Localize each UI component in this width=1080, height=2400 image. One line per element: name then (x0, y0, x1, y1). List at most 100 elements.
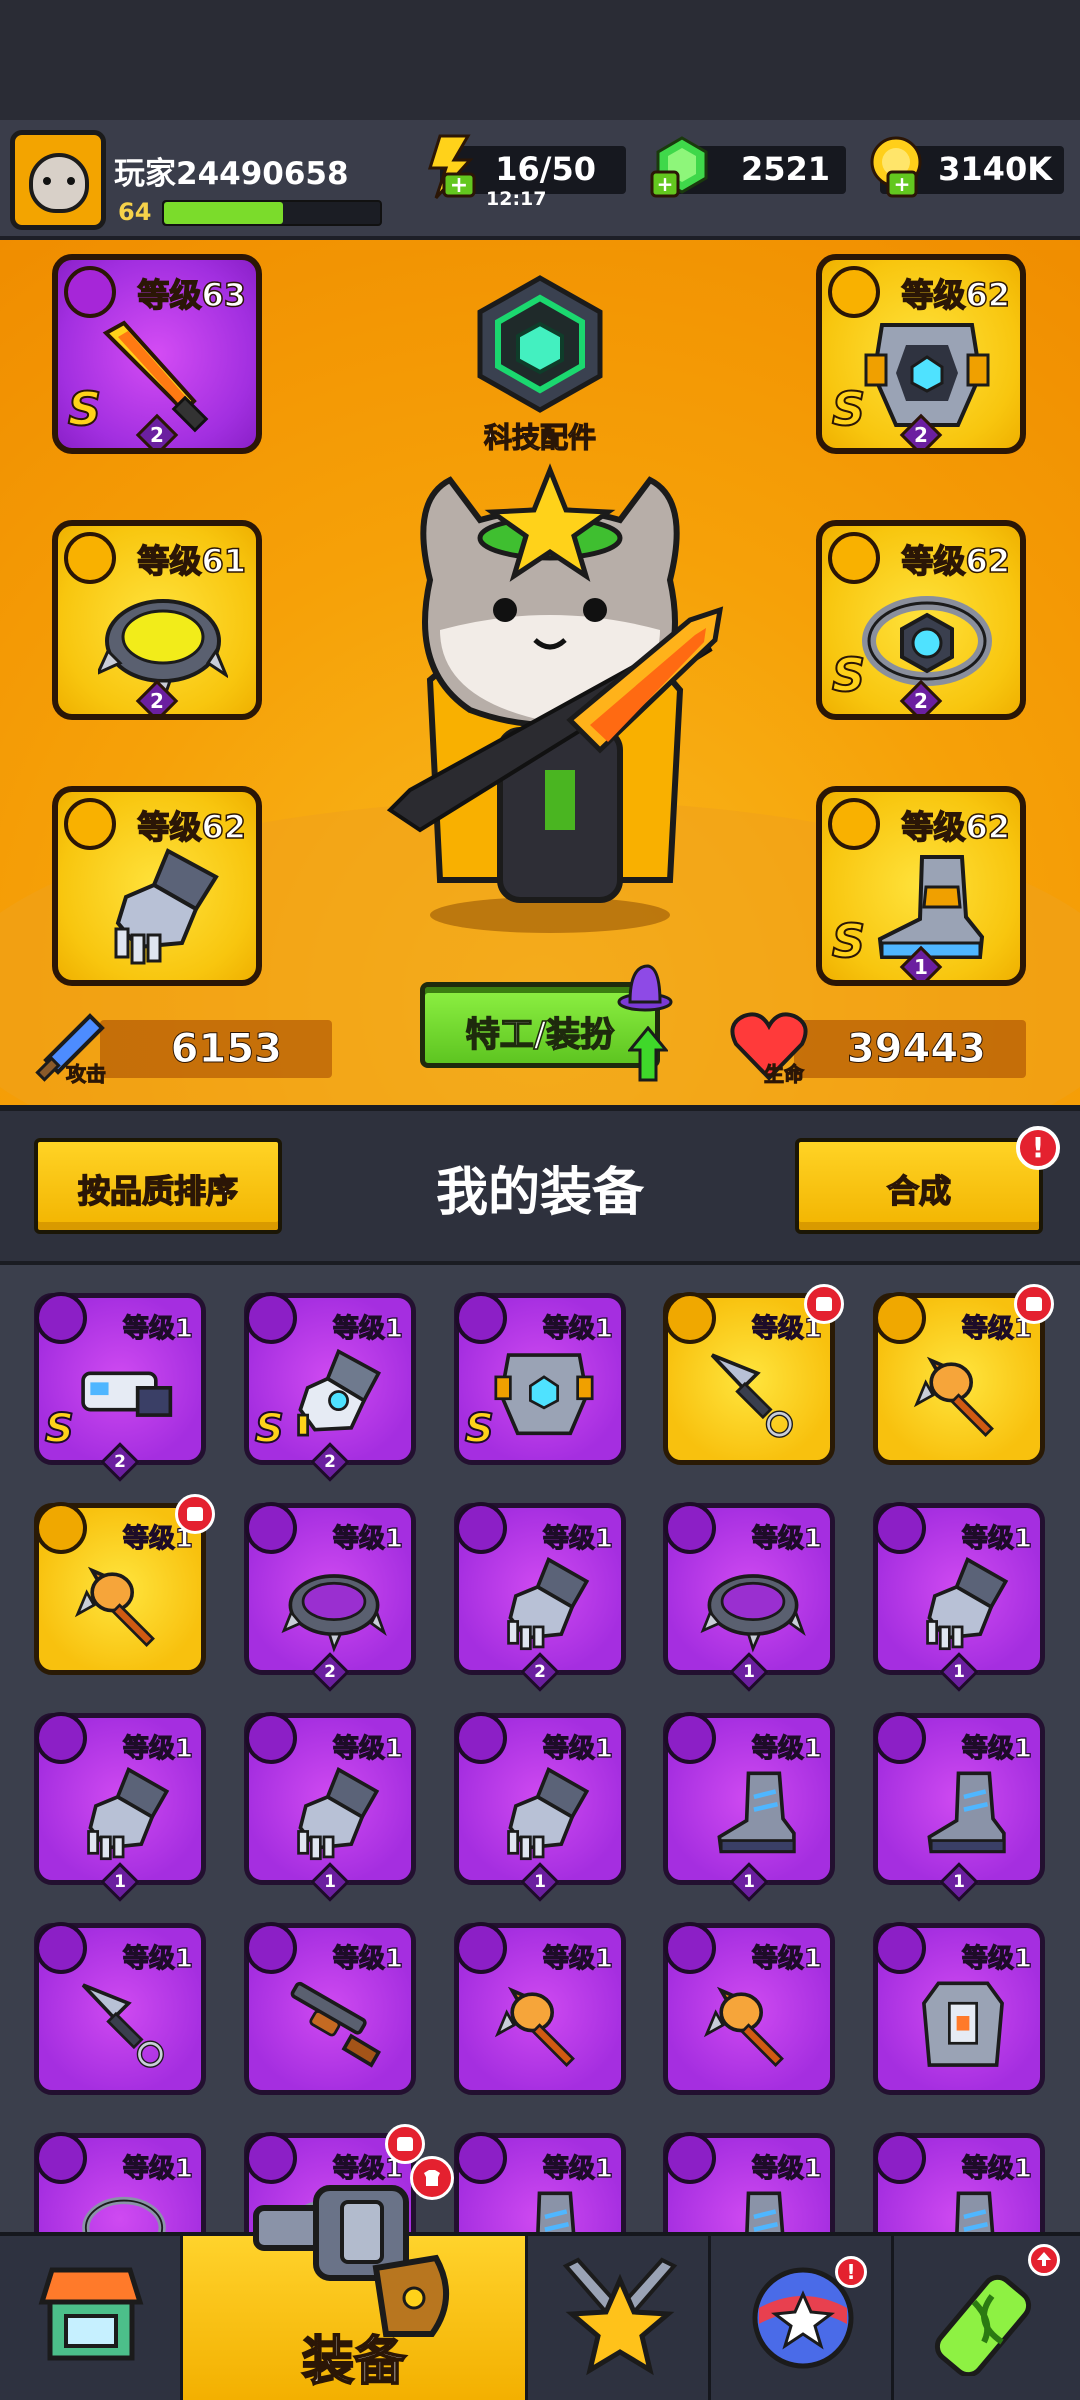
item-rank: S (44, 1405, 75, 1453)
inventory-item[interactable]: 等级1 (663, 1922, 835, 2095)
item-star-value: 1 (743, 1872, 755, 1892)
item-star-value: 2 (324, 1662, 336, 1682)
cat-hero-character[interactable] (370, 460, 730, 940)
gem-plus-icon[interactable]: + (650, 134, 714, 200)
item-type-icon (35, 1502, 87, 1554)
inventory-item[interactable]: 等级1 (34, 1494, 215, 1675)
slot-level: 等级62 (901, 275, 1011, 315)
sword-icon (102, 320, 209, 433)
slot-level: 等级62 (901, 541, 1011, 581)
item-level: 等级1 (961, 1943, 1032, 1974)
item-rank: S (254, 1405, 285, 1453)
attack-label: 攻击 (66, 1062, 107, 1087)
item-star-count: 1 (939, 1862, 979, 1902)
star-count-value: 2 (914, 423, 928, 447)
nav-tab-shop[interactable] (0, 2236, 183, 2400)
tech-accessory-icon[interactable] (472, 274, 608, 414)
svg-text:+: + (657, 172, 674, 196)
new-item-badge (175, 1494, 215, 1534)
item-level: 等级1 (122, 1313, 193, 1344)
item-level: 等级1 (542, 1943, 613, 1974)
nav-tab-evolve[interactable] (894, 2236, 1080, 2400)
item-star-value: 2 (324, 1452, 336, 1472)
boot-icon (955, 2191, 995, 2235)
inventory-item[interactable]: 等级1 1 (244, 1712, 416, 1902)
equipped-armor-slot[interactable]: 等级62 S 2 (816, 254, 1026, 454)
item-star-count: 1 (729, 1652, 769, 1692)
item-star-value: 2 (534, 1662, 546, 1682)
star-swords-icon (562, 2257, 678, 2376)
inventory-item[interactable]: 等级1 1 (454, 1712, 626, 1902)
inventory-item[interactable]: 等级1 S (454, 1292, 626, 1465)
hp-value: 39443 (846, 1026, 986, 1073)
tech-accessory-label: 科技配件 (483, 420, 596, 454)
rank-badge: S (67, 381, 102, 437)
player-avatar[interactable] (10, 130, 106, 230)
equipped-weapon-slot[interactable]: 等级63 S 2 (52, 254, 262, 454)
gold-plus-icon[interactable]: + (866, 134, 930, 200)
inventory-item[interactable]: 等级1 (873, 2132, 1045, 2235)
energy-plus-icon[interactable]: + (418, 134, 482, 200)
necklace-type-icon (64, 532, 116, 584)
inventory-item[interactable]: 等级1 2 (244, 1502, 416, 1692)
rank-badge: S (831, 381, 866, 437)
item-star-value: 1 (953, 1662, 965, 1682)
inventory-item[interactable]: 等级1 S 2 (34, 1292, 206, 1482)
player-name: 玩家24490658 (114, 156, 349, 192)
status-bar (0, 0, 1080, 120)
inventory-item[interactable]: 等级1 (663, 2132, 835, 2235)
item-type-icon (35, 1292, 87, 1344)
nav-tab-gacha[interactable]: ! (711, 2236, 894, 2400)
attack-value: 6153 (170, 1026, 282, 1073)
inventory-item[interactable]: 等级1 (244, 1922, 416, 2095)
sort-by-quality-button[interactable]: 按品质排序 (34, 1138, 282, 1234)
item-level: 等级1 (332, 1523, 403, 1554)
inventory-item[interactable]: 等级1 1 (873, 1712, 1045, 1902)
gold-value: 3140K (938, 150, 1052, 188)
nav-tab-battle[interactable] (528, 2236, 711, 2400)
item-type-icon (245, 1712, 297, 1764)
rank-badge: S (831, 647, 866, 703)
equipped-belt-slot[interactable]: 等级62 S 2 (816, 520, 1026, 720)
inventory-item[interactable]: 等级1 (454, 2132, 626, 2235)
spiked-collar-icon (281, 1574, 387, 1653)
inventory-item[interactable]: 等级1 S 2 (244, 1292, 416, 1482)
gauntlet-icon (507, 1557, 590, 1651)
gauntlet-icon (507, 1767, 590, 1861)
merge-button[interactable]: 合成 (795, 1138, 1043, 1234)
item-star-value: 1 (114, 1872, 126, 1892)
inventory-item[interactable]: 等级1 1 (34, 1712, 206, 1902)
inventory-item[interactable]: 等级1 1 (663, 1712, 835, 1902)
inventory-item[interactable]: 等级1 (663, 1284, 844, 1465)
inventory-item[interactable]: 等级1 (34, 2132, 206, 2235)
inventory-item[interactable]: 等级1 (873, 1922, 1045, 2095)
item-level: 等级1 (542, 2153, 613, 2184)
inventory-item[interactable]: 等级1 1 (663, 1502, 835, 1692)
item-star-value: 1 (953, 1872, 965, 1892)
gacha-alert-badge: ! (835, 2256, 867, 2288)
armor-icon (864, 323, 990, 427)
item-level: 等级1 (332, 1733, 403, 1764)
equipped-boots-slot[interactable]: 等级62 S 1 (816, 786, 1026, 986)
item-type-icon (664, 1502, 716, 1554)
equipped-necklace-slot[interactable]: 等级61 2 (52, 520, 262, 720)
inventory-item[interactable]: 等级1 1 (873, 1502, 1045, 1692)
inventory-grid: 等级1 S 2 等级1 S 2 等级1 S 等级1 等级1 等级1 等级1 2 等级1 2 等级1 1 等级1 1 等… (0, 1265, 1080, 2235)
tech-gauntlet-icon (297, 1348, 381, 1437)
equipped-gloves-slot[interactable]: 等级62 (52, 786, 262, 986)
inventory-item[interactable]: 等级1 (873, 1284, 1054, 1465)
item-level: 等级1 (751, 2153, 822, 2184)
new-item-badge (804, 1284, 844, 1324)
inventory-item[interactable]: 等级1 (34, 1922, 206, 2095)
boot-icon (927, 1771, 1006, 1854)
item-star-count: 2 (100, 1442, 140, 1482)
item-type-icon (245, 1922, 297, 1974)
item-level: 等级1 (751, 1943, 822, 1974)
inventory-item[interactable]: 等级1 2 (454, 1502, 626, 1692)
item-level: 等级1 (122, 1943, 193, 1974)
item-star-count: 1 (310, 1862, 350, 1902)
kunai-icon (710, 1353, 793, 1438)
inventory-item[interactable]: 等级1 (454, 1922, 626, 2095)
item-level: 等级1 (542, 1523, 613, 1554)
item-type-icon (874, 1292, 926, 1344)
